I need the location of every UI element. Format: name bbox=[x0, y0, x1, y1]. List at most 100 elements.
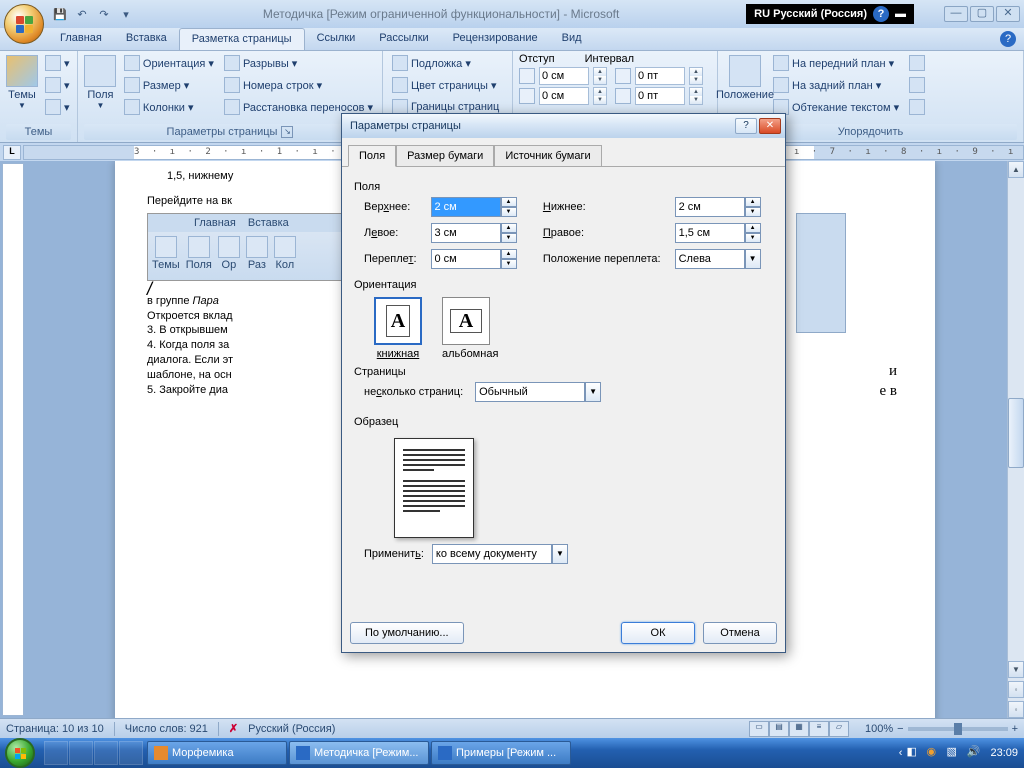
position-button[interactable]: Положение bbox=[724, 53, 766, 101]
full-screen-view[interactable]: ▤ bbox=[769, 721, 789, 737]
lang-help-icon[interactable]: ? bbox=[873, 6, 889, 22]
taskbar-item[interactable]: Методичка [Режим... bbox=[289, 741, 429, 765]
rotate-button[interactable] bbox=[906, 97, 928, 117]
prev-page-icon[interactable]: ◦ bbox=[1008, 681, 1024, 698]
bottom-margin-input[interactable]: ▲▼ bbox=[675, 197, 773, 217]
zoom-in[interactable]: + bbox=[1012, 723, 1018, 735]
vertical-scrollbar[interactable]: ▲ ▼ ◦ ◦ bbox=[1007, 161, 1024, 718]
vertical-ruler[interactable] bbox=[2, 163, 24, 716]
dialog-tab-paper[interactable]: Размер бумаги bbox=[396, 145, 494, 167]
scroll-up-icon[interactable]: ▲ bbox=[1008, 161, 1024, 178]
space-before[interactable]: ▲▼ bbox=[615, 67, 703, 85]
language-status[interactable]: Русский (Россия) bbox=[248, 723, 335, 735]
tray-icon[interactable]: ▧ bbox=[946, 745, 962, 761]
dialog-tab-source[interactable]: Источник бумаги bbox=[494, 145, 601, 167]
scroll-down-icon[interactable]: ▼ bbox=[1008, 661, 1024, 678]
draft-view[interactable]: ▱ bbox=[829, 721, 849, 737]
web-view[interactable]: ▦ bbox=[789, 721, 809, 737]
scroll-thumb[interactable] bbox=[1008, 398, 1024, 468]
ok-button[interactable]: ОК bbox=[621, 622, 695, 644]
spellcheck-icon[interactable]: ✗ bbox=[229, 722, 238, 735]
dialog-titlebar[interactable]: Параметры страницы ? ✕ bbox=[342, 114, 785, 138]
left-margin-input[interactable]: ▲▼ bbox=[431, 223, 529, 243]
lang-min-icon[interactable]: ▬ bbox=[895, 8, 906, 20]
bring-front-button[interactable]: На передний план ▾ bbox=[770, 53, 902, 73]
gutter-input[interactable]: ▲▼ bbox=[431, 249, 529, 269]
right-margin-input[interactable]: ▲▼ bbox=[675, 223, 773, 243]
tab-mailings[interactable]: Рассылки bbox=[367, 28, 440, 50]
tray-icon[interactable]: ◧ bbox=[906, 745, 922, 761]
taskbar-item[interactable]: Морфемика bbox=[147, 741, 287, 765]
group-button[interactable] bbox=[906, 75, 928, 95]
orientation-button[interactable]: Ориентация ▾ bbox=[121, 53, 217, 73]
multi-pages-select[interactable]: ▼ bbox=[475, 382, 601, 402]
default-button[interactable]: По умолчанию... bbox=[350, 622, 464, 644]
columns-button[interactable]: Колонки ▾ bbox=[121, 97, 217, 117]
print-layout-view[interactable]: ▭ bbox=[749, 721, 769, 737]
theme-fonts[interactable]: ▾ bbox=[42, 75, 73, 95]
ribbon-help-icon[interactable]: ? bbox=[1000, 31, 1016, 47]
gutter-pos-select[interactable]: ▼ bbox=[675, 249, 773, 269]
ql-icon[interactable] bbox=[69, 741, 93, 765]
indent-right[interactable]: ▲▼ bbox=[519, 87, 607, 105]
zoom-value[interactable]: 100% bbox=[865, 723, 893, 735]
send-back-button[interactable]: На задний план ▾ bbox=[770, 75, 902, 95]
margins-button[interactable]: Поля▼ bbox=[84, 53, 117, 110]
watermark-button[interactable]: Подложка ▾ bbox=[389, 53, 502, 73]
ql-icon[interactable] bbox=[94, 741, 118, 765]
top-margin-input[interactable]: ▲▼ bbox=[431, 197, 529, 217]
minimize-button[interactable]: — bbox=[944, 6, 968, 22]
page-color-button[interactable]: Цвет страницы ▾ bbox=[389, 75, 502, 95]
start-button[interactable] bbox=[0, 738, 40, 768]
qat-customize-icon[interactable]: ▾ bbox=[116, 4, 136, 24]
tab-page-layout[interactable]: Разметка страницы bbox=[179, 28, 305, 50]
redo-icon[interactable]: ↷ bbox=[94, 4, 114, 24]
theme-effects[interactable]: ▾ bbox=[42, 97, 73, 117]
breaks-button[interactable]: Разрывы ▾ bbox=[221, 53, 376, 73]
tab-references[interactable]: Ссылки bbox=[305, 28, 368, 50]
ql-icon[interactable] bbox=[119, 741, 143, 765]
taskbar-item[interactable]: Примеры [Режим ... bbox=[431, 741, 571, 765]
apply-to-select[interactable]: ▼ bbox=[432, 544, 568, 564]
dialog-help-button[interactable]: ? bbox=[735, 118, 757, 134]
indent-left[interactable]: ▲▼ bbox=[519, 67, 607, 85]
page-color-icon bbox=[392, 77, 408, 93]
space-after[interactable]: ▲▼ bbox=[615, 87, 703, 105]
landscape-option[interactable]: A альбомная bbox=[442, 297, 498, 360]
cancel-button[interactable]: Отмена bbox=[703, 622, 777, 644]
outline-view[interactable]: ≡ bbox=[809, 721, 829, 737]
tab-insert[interactable]: Вставка bbox=[114, 28, 179, 50]
gutter-label: Переплет: bbox=[364, 253, 417, 265]
close-button[interactable]: ✕ bbox=[996, 6, 1020, 22]
portrait-option[interactable]: A книжная bbox=[374, 297, 422, 360]
theme-colors[interactable]: ▾ bbox=[42, 53, 73, 73]
dialog-tab-margins[interactable]: Поля bbox=[348, 145, 396, 167]
maximize-button[interactable]: ▢ bbox=[970, 6, 994, 22]
zoom-slider[interactable] bbox=[908, 727, 1008, 731]
page-setup-launcher[interactable]: ↘ bbox=[281, 126, 293, 138]
ruler-corner[interactable]: L bbox=[3, 145, 21, 160]
undo-icon[interactable]: ↶ bbox=[72, 4, 92, 24]
size-button[interactable]: Размер ▾ bbox=[121, 75, 217, 95]
clock[interactable]: 23:09 bbox=[990, 747, 1018, 759]
themes-button[interactable]: Темы▼ bbox=[6, 53, 38, 110]
align-button[interactable] bbox=[906, 53, 928, 73]
tab-review[interactable]: Рецензирование bbox=[441, 28, 550, 50]
language-bar[interactable]: RU Русский (Россия) ? ▬ bbox=[746, 4, 914, 24]
tray-expand-icon[interactable]: ‹ bbox=[899, 747, 903, 759]
tab-view[interactable]: Вид bbox=[550, 28, 594, 50]
save-icon[interactable]: 💾 bbox=[50, 4, 70, 24]
zoom-out[interactable]: − bbox=[897, 723, 903, 735]
dialog-close-button[interactable]: ✕ bbox=[759, 118, 781, 134]
office-button[interactable] bbox=[4, 4, 44, 44]
tray-icon[interactable]: ◉ bbox=[926, 745, 942, 761]
next-page-icon[interactable]: ◦ bbox=[1008, 701, 1024, 718]
page-status[interactable]: Страница: 10 из 10 bbox=[6, 723, 104, 735]
orientation-icon bbox=[124, 55, 140, 71]
word-count[interactable]: Число слов: 921 bbox=[125, 723, 208, 735]
ql-icon[interactable] bbox=[44, 741, 68, 765]
tab-home[interactable]: Главная bbox=[48, 28, 114, 50]
wrap-button[interactable]: Обтекание текстом ▾ bbox=[770, 97, 902, 117]
volume-icon[interactable]: 🔊 bbox=[966, 745, 982, 761]
line-numbers-button[interactable]: Номера строк ▾ bbox=[221, 75, 376, 95]
